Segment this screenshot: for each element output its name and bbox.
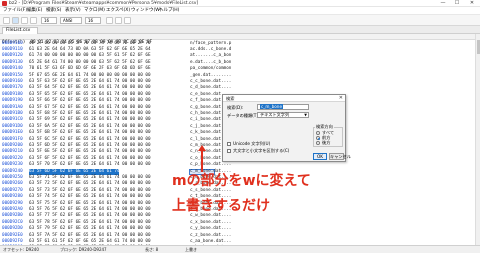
columns-select[interactable]: 16 bbox=[85, 17, 101, 24]
menu-search[interactable]: 検索(S) bbox=[46, 7, 61, 15]
title-bar: bz2 - [D:¥Program Files¥Steam¥steamapps¥… bbox=[0, 0, 480, 7]
status-mode: 上書き bbox=[185, 247, 197, 252]
toolbar: 16 ANSI 16 bbox=[0, 15, 480, 26]
chevron-down-icon: ▼ bbox=[304, 113, 307, 117]
menu-file[interactable]: ファイル(F) bbox=[3, 7, 27, 15]
data-type-value: テキスト文字列 bbox=[260, 112, 290, 117]
dialog-title: 検索 bbox=[223, 95, 345, 102]
new-file-icon[interactable] bbox=[3, 17, 10, 24]
save-icon[interactable] bbox=[21, 17, 28, 24]
menu-edit[interactable]: 編集(E) bbox=[27, 7, 42, 15]
status-block: ブロック: D9240-D9247 bbox=[60, 247, 107, 252]
maximize-button[interactable]: ☐ bbox=[450, 0, 464, 7]
hex-view-icon[interactable] bbox=[106, 17, 113, 24]
annotation-line-1: mの部分をwに変えて bbox=[172, 173, 311, 189]
data-type-label: データの種類(T): bbox=[227, 113, 260, 118]
open-file-icon[interactable] bbox=[12, 17, 19, 24]
cancel-button[interactable]: キャンセル bbox=[329, 153, 351, 160]
print-icon[interactable] bbox=[30, 17, 37, 24]
tab-bar: FileList.csv bbox=[0, 26, 480, 34]
dialog-close-icon[interactable]: ✕ bbox=[339, 95, 343, 102]
font-size-select[interactable]: 16 bbox=[41, 17, 57, 24]
case-sensitive-label: 大文字と小文字を区別する(C) bbox=[233, 148, 290, 153]
direction-group-label: 検索方向 bbox=[315, 124, 334, 129]
window-title: bz2 - [D:¥Program Files¥Steam¥steamapps¥… bbox=[9, 1, 199, 6]
search-value: c_m_bone bbox=[260, 104, 284, 109]
direction-backward-radio[interactable] bbox=[316, 141, 320, 145]
direction-all-radio[interactable] bbox=[316, 131, 320, 135]
column-header: Offset(h) 00 01 02 03 04 05 06 07 08 09 … bbox=[0, 34, 480, 45]
case-sensitive-checkbox[interactable] bbox=[227, 149, 231, 153]
data-type-select[interactable]: テキスト文字列 ▼ bbox=[257, 112, 309, 118]
arrow-shaft bbox=[201, 150, 203, 172]
menu-macro[interactable]: マクロ(M) bbox=[84, 7, 105, 15]
menu-view[interactable]: 表示(V) bbox=[65, 7, 81, 15]
search-dialog: 検索 ✕ 検索(D): c_m_bone データの種類(T): テキスト文字列 … bbox=[222, 94, 351, 162]
app-icon bbox=[2, 1, 7, 6]
menu-help[interactable]: ヘルプ(H) bbox=[159, 7, 179, 15]
unicode-label: Unicode 文字列(U) bbox=[233, 141, 271, 146]
ok-button[interactable]: OK bbox=[313, 153, 327, 160]
direction-forward-radio[interactable] bbox=[316, 136, 320, 140]
status-offset: オフセット: D9240 bbox=[3, 247, 39, 252]
status-bar: オフセット: D9240 ブロック: D9240-D9247 長さ: 8 上書き bbox=[0, 245, 480, 253]
annotation-line-2: 上書きするだけ bbox=[172, 198, 270, 214]
direction-backward-label: 後方 bbox=[322, 140, 331, 145]
file-tab[interactable]: FileList.csv bbox=[2, 27, 38, 34]
close-button[interactable]: ✕ bbox=[465, 0, 479, 7]
menu-export[interactable]: エクスペ(X) bbox=[106, 7, 130, 15]
status-length: 長さ: 8 bbox=[145, 247, 159, 252]
text-view-icon[interactable] bbox=[115, 17, 122, 24]
minimize-button[interactable]: — bbox=[436, 0, 450, 7]
vertical-scrollbar[interactable] bbox=[475, 34, 480, 245]
settings-icon[interactable] bbox=[124, 17, 131, 24]
menu-window[interactable]: ウィンドウ(W) bbox=[131, 7, 161, 15]
search-input[interactable]: c_m_bone bbox=[257, 104, 309, 110]
menu-bar: ファイル(F) 編集(E) 検索(S) 表示(V) マクロ(M) エクスペ(X)… bbox=[0, 7, 480, 15]
search-label: 検索(D): bbox=[227, 105, 244, 110]
unicode-checkbox[interactable] bbox=[227, 142, 231, 146]
encoding-select[interactable]: ANSI bbox=[60, 17, 82, 24]
